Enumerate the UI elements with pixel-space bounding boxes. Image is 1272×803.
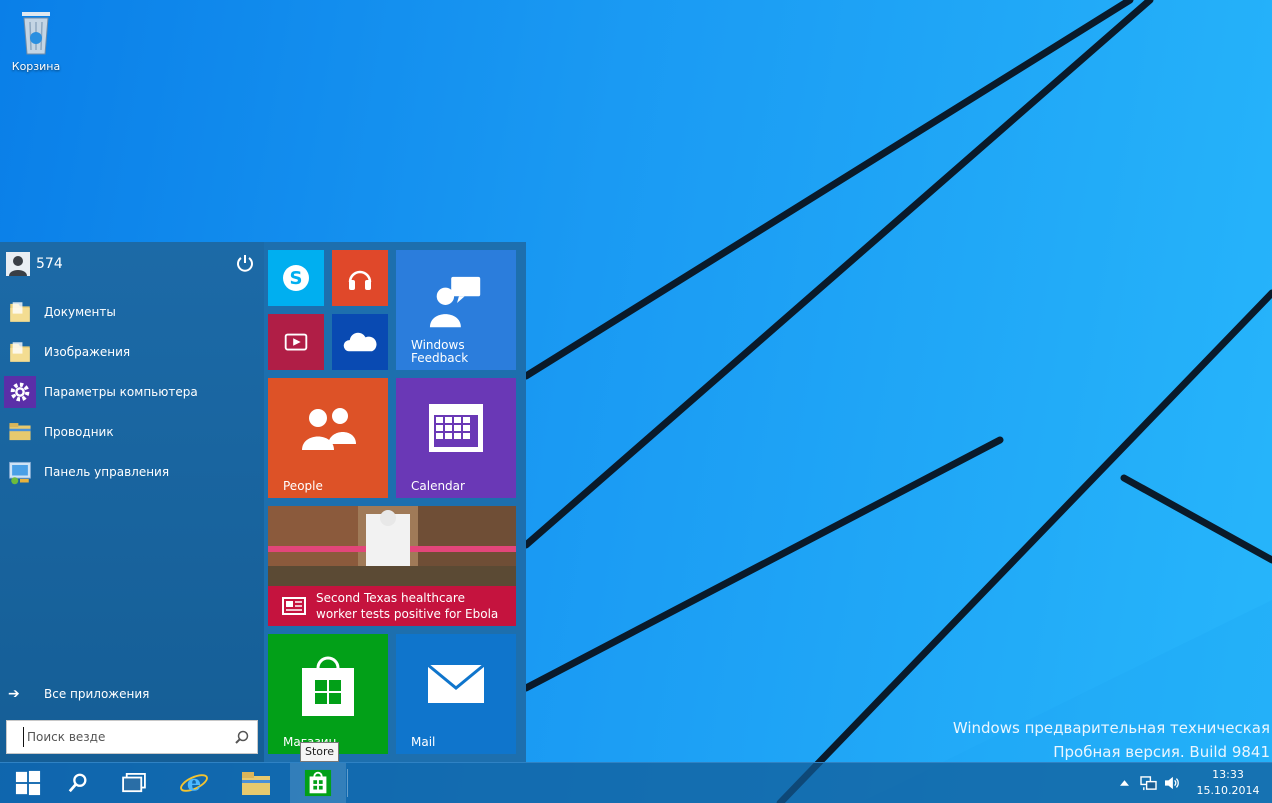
- clock-date: 15.10.2014: [1196, 784, 1260, 797]
- volume-control[interactable]: [1160, 763, 1184, 803]
- build-watermark: Windows предварительная техническая Проб…: [953, 716, 1270, 764]
- recycle-bin-icon: [22, 12, 50, 55]
- taskbar-clock[interactable]: 13:33 15.10.2014: [1184, 767, 1272, 799]
- tile-people[interactable]: People: [268, 378, 388, 498]
- tile-label: Windows Feedback: [411, 338, 469, 365]
- tile-label: People: [283, 479, 323, 493]
- all-apps-label: Все приложения: [44, 687, 150, 701]
- svg-text:S: S: [290, 268, 303, 289]
- store-bag-icon: [302, 656, 354, 716]
- gear-icon: [4, 376, 36, 408]
- video-icon: [284, 333, 308, 351]
- tile-calendar[interactable]: Calendar: [396, 378, 516, 498]
- tile-store[interactable]: Магазин: [268, 634, 388, 754]
- menu-item-pc-settings[interactable]: Параметры компьютера: [4, 374, 256, 410]
- tile-mail[interactable]: Mail: [396, 634, 516, 754]
- control-panel-icon: [4, 456, 36, 488]
- search-input[interactable]: [23, 727, 223, 747]
- menu-item-label: Параметры компьютера: [44, 385, 198, 399]
- taskbar-internet-explorer[interactable]: e: [166, 763, 222, 803]
- envelope-icon: [427, 664, 485, 703]
- start-menu-left-pane: 574 Документы Изображения Параметры комп…: [0, 242, 264, 762]
- taskbar-file-explorer[interactable]: [228, 763, 284, 803]
- search-box[interactable]: [6, 720, 258, 754]
- windows-logo-icon: [15, 770, 41, 796]
- tile-skype[interactable]: S: [268, 250, 324, 306]
- chevron-up-icon: [1119, 780, 1129, 786]
- folder-icon: [4, 336, 36, 368]
- taskbar-separator: [347, 769, 348, 797]
- tile-music[interactable]: [332, 250, 388, 306]
- svg-text:e: e: [187, 771, 201, 797]
- power-icon[interactable]: [236, 254, 254, 272]
- cloud-icon: [343, 332, 377, 352]
- speaker-icon: [1165, 776, 1179, 790]
- clock-time: 13:33: [1212, 768, 1244, 781]
- file-explorer-icon: [4, 416, 36, 448]
- arrow-right-icon: ➔: [8, 686, 20, 702]
- tile-label: Mail: [411, 735, 436, 749]
- menu-item-pictures[interactable]: Изображения: [4, 334, 256, 370]
- search-icon[interactable]: [235, 730, 249, 744]
- feedback-icon: [429, 276, 481, 328]
- network-status[interactable]: [1136, 763, 1160, 803]
- people-icon: [302, 408, 356, 450]
- menu-item-label: Проводник: [44, 425, 114, 439]
- watermark-line-2: Пробная версия. Build 9841: [1053, 743, 1270, 761]
- taskbar-store[interactable]: [290, 763, 346, 803]
- task-view-icon: [122, 773, 146, 793]
- recycle-bin-label: Корзина: [11, 60, 61, 73]
- menu-item-file-explorer[interactable]: Проводник: [4, 414, 256, 450]
- tile-video[interactable]: [268, 314, 324, 370]
- all-apps-button[interactable]: ➔ Все приложения: [8, 686, 149, 702]
- taskbar-search-button[interactable]: [50, 763, 106, 803]
- taskbar: e 13:33 15.10.2014: [0, 762, 1272, 803]
- internet-explorer-icon: e: [180, 771, 208, 797]
- network-icon: [1139, 775, 1157, 790]
- menu-item-label: Изображения: [44, 345, 131, 359]
- user-name: 574: [36, 256, 63, 272]
- system-tray: 13:33 15.10.2014: [1112, 763, 1272, 803]
- watermark-line-1: Windows предварительная техническая: [952, 719, 1270, 737]
- recycle-bin[interactable]: Корзина: [8, 8, 64, 73]
- skype-icon: S: [283, 265, 309, 291]
- store-tooltip: Store: [300, 742, 340, 762]
- menu-item-control-panel[interactable]: Панель управления: [4, 454, 256, 490]
- headphones-icon: [348, 270, 372, 290]
- start-button[interactable]: [0, 763, 56, 803]
- news-headline: Second Texas healthcare worker tests pos…: [316, 591, 499, 621]
- calendar-icon: [429, 404, 483, 452]
- show-hidden-icons-button[interactable]: [1112, 763, 1136, 803]
- menu-item-label: Панель управления: [44, 465, 170, 479]
- store-bag-icon: [304, 769, 332, 797]
- menu-item-documents[interactable]: Документы: [4, 294, 256, 330]
- folder-icon: [4, 296, 36, 328]
- tile-windows-feedback[interactable]: Windows Feedback: [396, 250, 516, 370]
- tile-news[interactable]: Second Texas healthcare worker tests pos…: [268, 506, 516, 626]
- news-caption: Second Texas healthcare worker tests pos…: [268, 586, 516, 626]
- news-icon: [282, 597, 306, 615]
- user-avatar-icon: [6, 252, 30, 276]
- user-account[interactable]: 574: [6, 250, 258, 278]
- file-explorer-icon: [242, 772, 270, 795]
- search-icon: [68, 773, 87, 793]
- start-menu: 574 Документы Изображения Параметры комп…: [0, 242, 526, 762]
- news-photo: [268, 506, 516, 586]
- menu-item-label: Документы: [44, 305, 116, 319]
- task-view-button[interactable]: [106, 763, 162, 803]
- tile-onedrive[interactable]: [332, 314, 388, 370]
- tile-label: Calendar: [411, 479, 465, 493]
